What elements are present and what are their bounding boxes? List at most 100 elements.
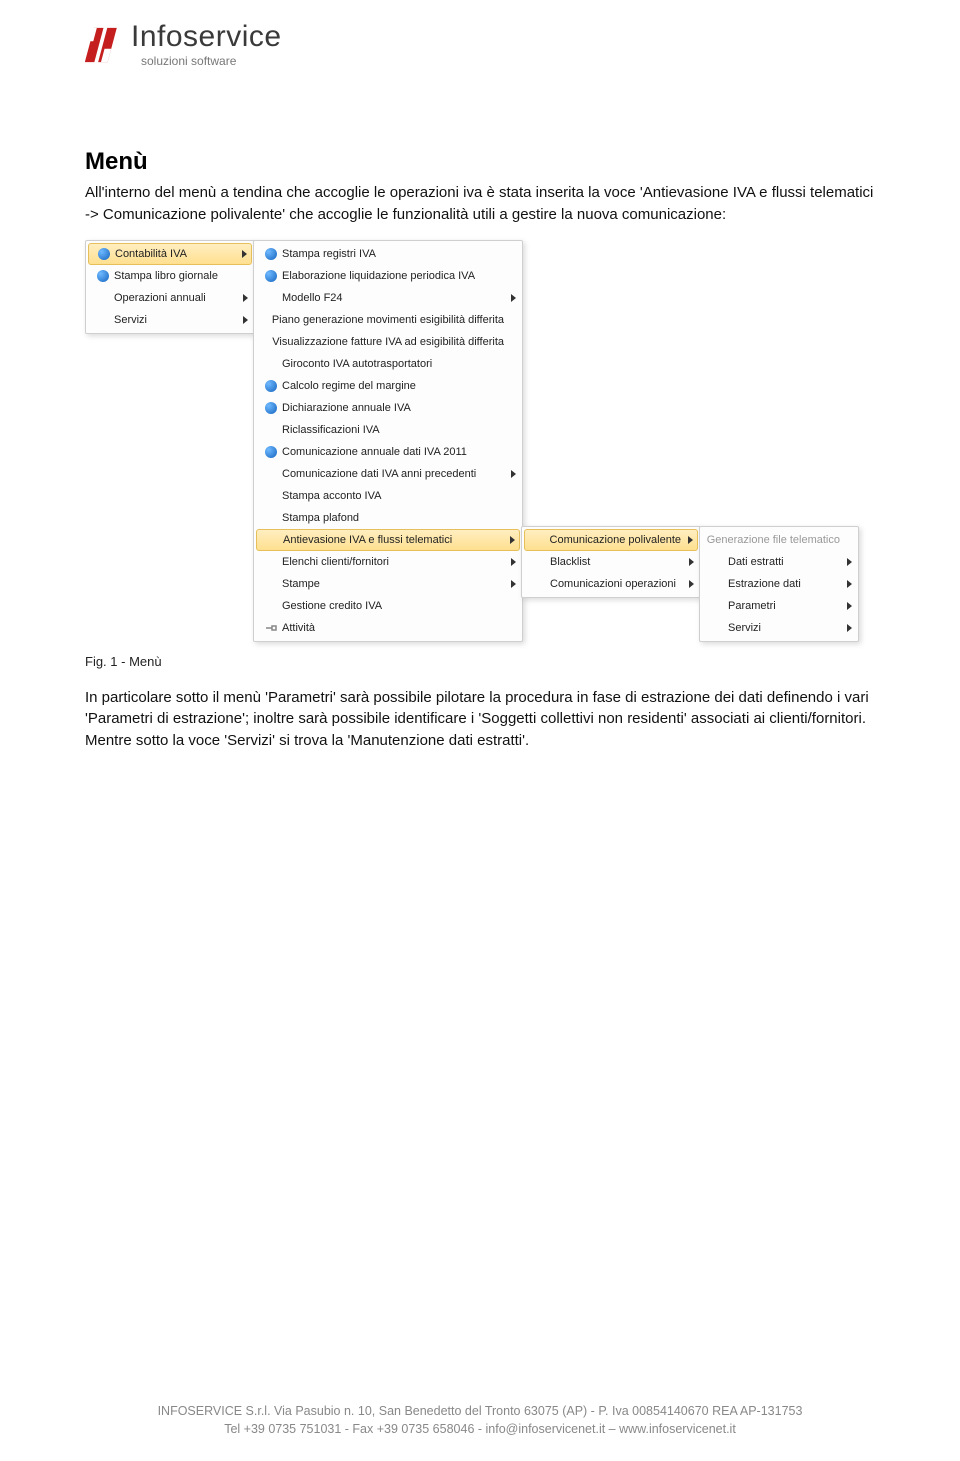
globe-icon <box>93 248 115 260</box>
submenu-arrow-icon <box>511 558 516 566</box>
submenu-arrow-icon <box>243 316 248 324</box>
menu-item[interactable]: Comunicazione dati IVA anni precedenti <box>256 463 520 485</box>
menu-item[interactable]: Elenchi clienti/fornitori <box>256 551 520 573</box>
logo: Infoservice soluzioni software <box>85 22 875 68</box>
menu-item-label: Comunicazione dati IVA anni precedenti <box>282 468 504 480</box>
menu-item[interactable]: Dati estratti <box>702 551 856 573</box>
menu-item[interactable]: Comunicazione polivalente <box>524 529 698 551</box>
menu-item-label: Blacklist <box>550 556 682 568</box>
menu-item[interactable]: Stampe <box>256 573 520 595</box>
menu-item-label: Riclassificazioni IVA <box>282 424 504 436</box>
menu-item-label: Servizi <box>114 314 236 326</box>
submenu-arrow-icon <box>242 250 247 258</box>
menu-item-label: Parametri <box>728 600 840 612</box>
submenu-arrow-icon <box>511 470 516 478</box>
menu-item-label: Elenchi clienti/fornitori <box>282 556 504 568</box>
menu-item-label: Giroconto IVA autotrasportatori <box>282 358 504 370</box>
menu-item[interactable]: Visualizzazione fatture IVA ad esigibili… <box>256 331 520 353</box>
menu-item[interactable]: Gestione credito IVA <box>256 595 520 617</box>
menu-item[interactable]: Attività <box>256 617 520 639</box>
menu-item: Generazione file telematico <box>702 529 856 551</box>
menu-item[interactable]: Servizi <box>702 617 856 639</box>
menu-item-label: Dichiarazione annuale IVA <box>282 402 504 414</box>
globe-icon <box>260 248 282 260</box>
menu-item-label: Comunicazione annuale dati IVA 2011 <box>282 446 504 458</box>
menu-item[interactable]: Calcolo regime del margine <box>256 375 520 397</box>
menu-item[interactable]: Operazioni annuali <box>88 287 252 309</box>
submenu-arrow-icon <box>511 294 516 302</box>
menu-item[interactable]: Riclassificazioni IVA <box>256 419 520 441</box>
paragraph-intro: All'interno del menù a tendina che accog… <box>85 182 875 226</box>
menu-item[interactable]: Elaborazione liquidazione periodica IVA <box>256 265 520 287</box>
footer-line-1: INFOSERVICE S.r.l. Via Pasubio n. 10, Sa… <box>0 1402 960 1421</box>
footer-line-2: Tel +39 0735 751031 - Fax +39 0735 65804… <box>0 1420 960 1439</box>
submenu-arrow-icon <box>510 536 515 544</box>
figure-caption: Fig. 1 - Menù <box>85 654 875 669</box>
menu-item[interactable]: Modello F24 <box>256 287 520 309</box>
menu-item-label: Generazione file telematico <box>707 534 840 546</box>
globe-icon <box>260 402 282 414</box>
section-heading: Menù <box>85 148 875 176</box>
menu-item[interactable]: Contabilità IVA <box>88 243 252 265</box>
menu-item-label: Stampa registri IVA <box>282 248 504 260</box>
menu-column-1: Contabilità IVA Stampa libro giornale Oper… <box>85 240 255 334</box>
menu-item-label: Attività <box>282 622 504 634</box>
globe-icon <box>260 380 282 392</box>
menu-item-label: Contabilità IVA <box>115 248 235 260</box>
menu-item[interactable]: Stampa plafond <box>256 507 520 529</box>
globe-icon <box>260 446 282 458</box>
menu-item-label: Stampa plafond <box>282 512 504 524</box>
menu-item[interactable]: Stampa registri IVA <box>256 243 520 265</box>
menu-item[interactable]: Dichiarazione annuale IVA <box>256 397 520 419</box>
menu-item[interactable]: Stampa libro giornale <box>88 265 252 287</box>
menu-item-label: Servizi <box>728 622 840 634</box>
logo-subtitle: soluzioni software <box>141 54 282 68</box>
menu-item-label: Piano generazione movimenti esigibilità … <box>272 314 504 326</box>
menu-item-label: Calcolo regime del margine <box>282 380 504 392</box>
menu-item[interactable]: Piano generazione movimenti esigibilità … <box>256 309 520 331</box>
menu-item-label: Antievasione IVA e flussi telematici <box>283 534 503 546</box>
submenu-arrow-icon <box>847 602 852 610</box>
menu-item-label: Operazioni annuali <box>114 292 236 304</box>
submenu-arrow-icon <box>688 536 693 544</box>
globe-icon <box>92 270 114 282</box>
menu-item-label: Comunicazione polivalente <box>550 534 681 546</box>
submenu-arrow-icon <box>511 580 516 588</box>
menu-item[interactable]: Antievasione IVA e flussi telematici <box>256 529 520 551</box>
menu-item-label: Stampa libro giornale <box>114 270 236 282</box>
menu-item-label: Dati estratti <box>728 556 840 568</box>
menu-item[interactable]: Parametri <box>702 595 856 617</box>
menu-column-2: Stampa registri IVA Elaborazione liquidaz… <box>253 240 523 642</box>
submenu-arrow-icon <box>847 624 852 632</box>
submenu-arrow-icon <box>243 294 248 302</box>
menu-item-label: Visualizzazione fatture IVA ad esigibili… <box>272 336 504 348</box>
menu-item[interactable]: Stampa acconto IVA <box>256 485 520 507</box>
menu-item-label: Modello F24 <box>282 292 504 304</box>
submenu-arrow-icon <box>847 558 852 566</box>
menu-item[interactable]: Comunicazione annuale dati IVA 2011 <box>256 441 520 463</box>
menu-item-label: Gestione credito IVA <box>282 600 504 612</box>
page-footer: INFOSERVICE S.r.l. Via Pasubio n. 10, Sa… <box>0 1402 960 1440</box>
menu-item-label: Stampe <box>282 578 504 590</box>
globe-icon <box>260 270 282 282</box>
paragraph-details: In particolare sotto il menù 'Parametri'… <box>85 687 875 752</box>
page: Infoservice soluzioni software Menù All'… <box>0 0 960 752</box>
logo-title: Infoservice <box>131 22 282 52</box>
submenu-arrow-icon <box>847 580 852 588</box>
menu-item[interactable]: Comunicazioni operazioni <box>524 573 698 595</box>
menu-item-label: Estrazione dati <box>728 578 840 590</box>
menu-item-label: Elaborazione liquidazione periodica IVA <box>282 270 504 282</box>
menu-item-label: Stampa acconto IVA <box>282 490 504 502</box>
menu-screenshot: Contabilità IVA Stampa libro giornale Oper… <box>85 240 875 642</box>
submenu-arrow-icon <box>689 558 694 566</box>
logo-mark <box>85 26 123 64</box>
submenu-arrow-icon <box>689 580 694 588</box>
key-icon <box>260 623 282 633</box>
menu-column-3: Comunicazione polivalente Blacklist Comuni… <box>521 526 701 598</box>
menu-item[interactable]: Estrazione dati <box>702 573 856 595</box>
menu-item[interactable]: Giroconto IVA autotrasportatori <box>256 353 520 375</box>
menu-column-4: Generazione file telematico Dati estratti… <box>699 526 859 642</box>
menu-item[interactable]: Blacklist <box>524 551 698 573</box>
menu-item-label: Comunicazioni operazioni <box>550 578 682 590</box>
menu-item[interactable]: Servizi <box>88 309 252 331</box>
